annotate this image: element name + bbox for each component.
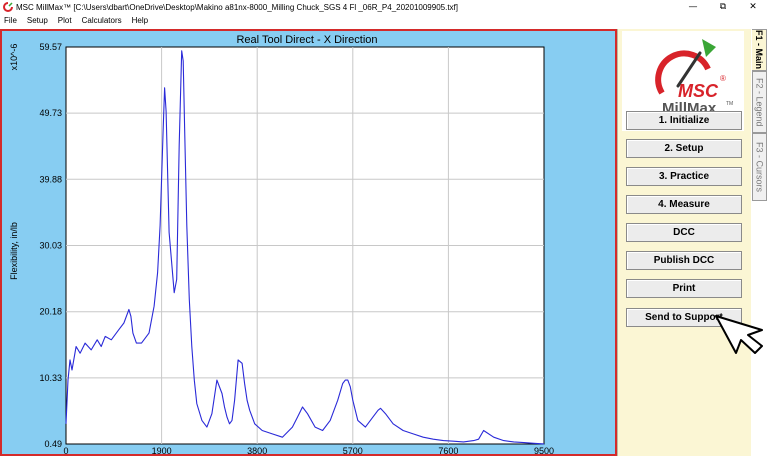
tab-cursors[interactable]: F3 - Cursors [752, 133, 767, 201]
practice-button[interactable]: 3. Practice [626, 167, 742, 186]
close-button[interactable]: ✕ [738, 0, 768, 14]
tab-legend[interactable]: F2 - Legend [752, 71, 767, 133]
menu-file[interactable]: File [4, 16, 17, 25]
x-tick-label: 9500 [534, 446, 554, 454]
window-title: MSC MillMax™ [C:\Users\dbart\OneDrive\De… [16, 2, 458, 12]
chart-title: Real Tool Direct - X Direction [236, 34, 377, 46]
x-tick-label: 7600 [438, 446, 458, 454]
window-controls: — ⧉ ✕ [678, 0, 768, 14]
x-tick-label: 3800 [247, 446, 267, 454]
menu-calculators[interactable]: Calculators [82, 16, 122, 25]
tab-main-label: F1 - Main [754, 30, 764, 70]
dcc-button[interactable]: DCC [626, 223, 742, 242]
minimize-button[interactable]: — [678, 0, 708, 14]
x-tick-label: 1900 [152, 446, 172, 454]
x-tick-label: 5700 [343, 446, 363, 454]
y-tick-label: 30.03 [39, 241, 62, 251]
y-tick-label: 0.49 [44, 439, 62, 449]
title-bar: MSC MillMax™ [C:\Users\dbart\OneDrive\De… [0, 0, 768, 14]
publish-dcc-button[interactable]: Publish DCC [626, 251, 742, 270]
y-axis-scale-label: x10^-6 [9, 44, 19, 71]
tab-legend-label: F2 - Legend [754, 77, 765, 127]
logo-registered-mark: ® [720, 74, 726, 83]
y-tick-label: 10.33 [39, 373, 62, 383]
menu-help[interactable]: Help [132, 16, 148, 25]
app-icon [3, 2, 13, 12]
x-tick-label: 0 [63, 446, 68, 454]
initialize-button[interactable]: 1. Initialize [626, 111, 742, 130]
flexibility-chart[interactable]: Real Tool Direct - X Direction Flexibili… [2, 31, 615, 454]
y-tick-label: 20.18 [39, 307, 62, 317]
y-tick-label: 49.73 [39, 108, 62, 118]
tab-main[interactable]: F1 - Main [752, 29, 767, 71]
send-to-support-button[interactable]: Send to Support [626, 308, 742, 327]
plot-area: 0 1900 3800 5700 7600 9500 0.49 10.33 20.18 30.03… [39, 42, 554, 454]
menu-bar: File Setup Plot Calculators Help [0, 14, 768, 27]
logo-brand-text: MSC [678, 81, 719, 101]
y-tick-label: 39.88 [39, 174, 62, 184]
print-button[interactable]: Print [626, 279, 742, 298]
measure-button[interactable]: 4. Measure [626, 195, 742, 214]
tab-cursors-label: F3 - Cursors [754, 141, 765, 192]
millmax-window: MSC MillMax™ [C:\Users\dbart\OneDrive\De… [0, 0, 768, 456]
control-panel: MSC ® MillMax TM 1. Initialize 2. Setup … [617, 29, 751, 456]
menu-plot[interactable]: Plot [58, 16, 72, 25]
logo-tm-mark: TM [726, 101, 733, 107]
plot-panel[interactable]: Real Tool Direct - X Direction Flexibili… [0, 29, 617, 456]
menu-setup[interactable]: Setup [27, 16, 48, 25]
restore-button[interactable]: ⧉ [708, 0, 738, 14]
gauge-green-tip-icon [702, 39, 716, 57]
setup-button[interactable]: 2. Setup [626, 139, 742, 158]
y-axis-label: Flexibility, in/lb [9, 222, 19, 280]
tab-strip: F1 - Main F2 - Legend F3 - Cursors [751, 29, 768, 456]
y-tick-label: 59.57 [39, 42, 62, 52]
